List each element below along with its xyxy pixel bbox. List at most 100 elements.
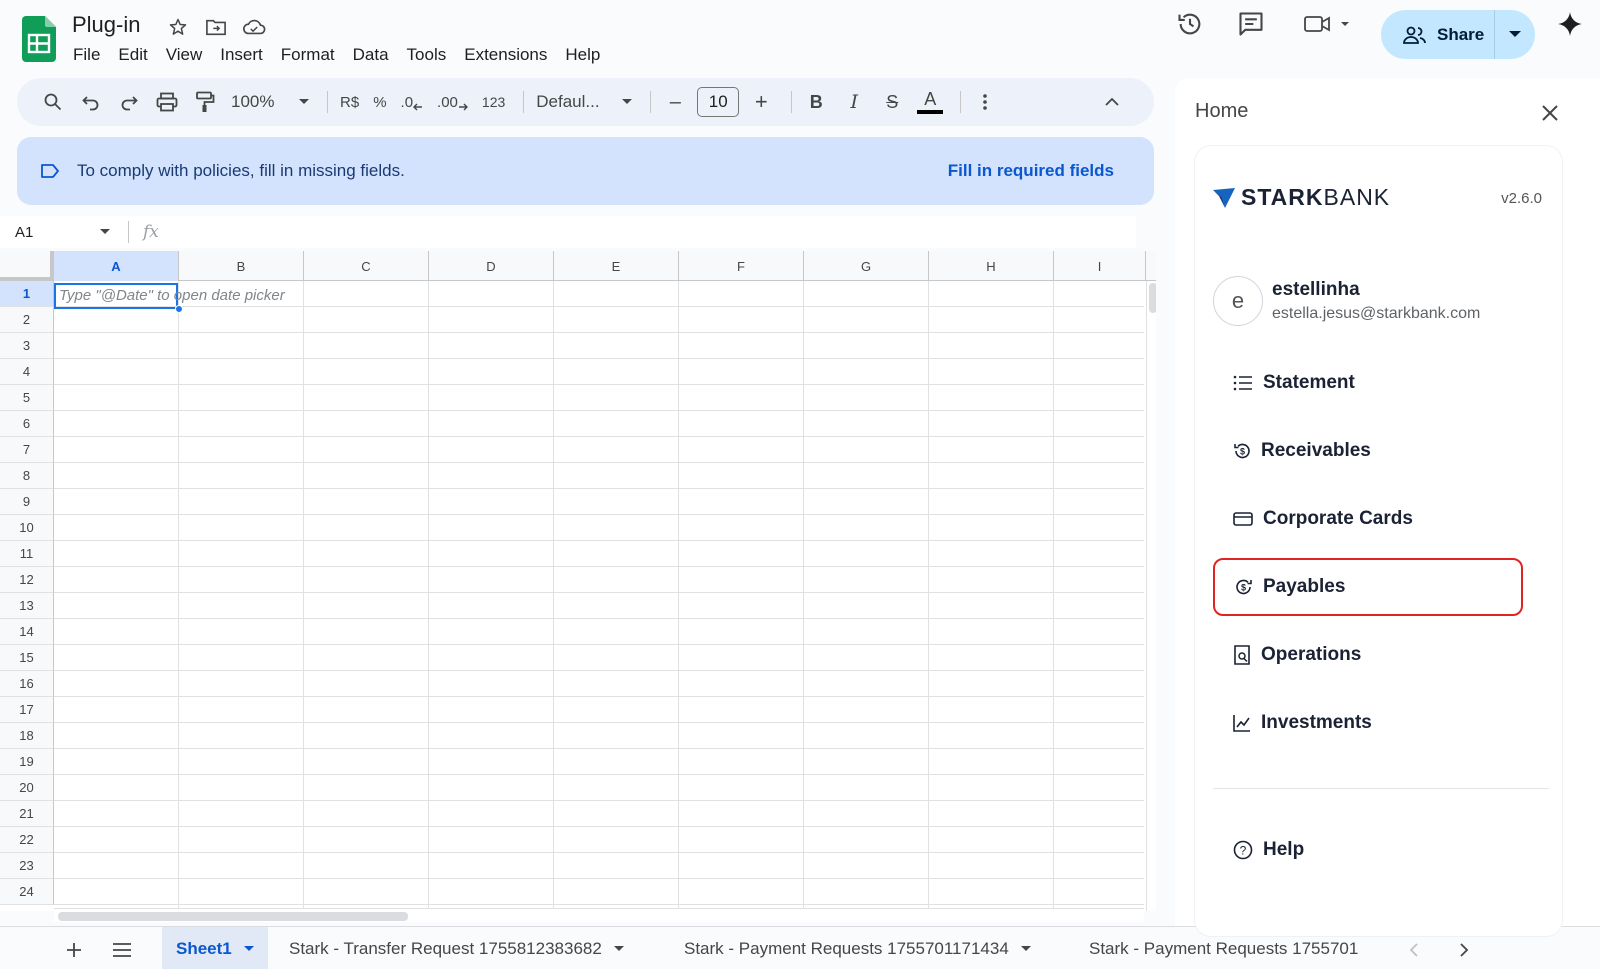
redo-icon[interactable]	[113, 86, 145, 118]
italic-button[interactable]: I	[838, 86, 870, 118]
all-sheets-icon[interactable]	[106, 935, 138, 965]
row-header-20[interactable]: 20	[0, 775, 54, 801]
row-header-13[interactable]: 13	[0, 593, 54, 619]
row-header-14[interactable]: 14	[0, 619, 54, 645]
menu-help[interactable]: Help	[556, 42, 609, 68]
sheets-logo-icon[interactable]	[22, 16, 56, 62]
select-all-corner[interactable]	[0, 251, 54, 281]
share-dropdown-icon[interactable]	[1495, 10, 1535, 59]
scroll-tabs-right-icon[interactable]	[1448, 935, 1480, 965]
column-header-g[interactable]: G	[804, 251, 929, 281]
fill-required-fields-link[interactable]: Fill in required fields	[948, 161, 1114, 181]
menu-tools[interactable]: Tools	[398, 42, 456, 68]
bold-button[interactable]: B	[800, 86, 832, 118]
doc-title[interactable]: Plug-in	[72, 12, 140, 38]
menu-file[interactable]: File	[64, 42, 109, 68]
sheet-menu-icon[interactable]	[1020, 945, 1031, 952]
row-header-17[interactable]: 17	[0, 697, 54, 723]
menu-view[interactable]: View	[157, 42, 212, 68]
row-header-24[interactable]: 24	[0, 879, 54, 905]
font-size-input[interactable]: 10	[697, 87, 740, 117]
spreadsheet-grid[interactable]: ABCDEFGHI 1 2 3 4 5 6 7 8 9 10 11 12 13 14 15 16 17 18 19 2…	[0, 251, 1156, 911]
decrease-decimal-button[interactable]: .0	[397, 86, 428, 118]
format-percent-button[interactable]: %	[369, 86, 390, 118]
strikethrough-button[interactable]: S	[876, 86, 908, 118]
column-header-e[interactable]: E	[554, 251, 679, 281]
row-header-5[interactable]: 5	[0, 385, 54, 411]
sheet-tab-payment-requests-1[interactable]: Stark - Payment Requests 1755701171434	[684, 927, 1031, 969]
row-header-1[interactable]: 1	[0, 281, 54, 307]
print-icon[interactable]	[151, 86, 183, 118]
row-header-16[interactable]: 16	[0, 671, 54, 697]
nav-item-operations[interactable]: Operations	[1213, 626, 1523, 684]
increase-decimal-button[interactable]: .00	[433, 86, 472, 118]
star-icon[interactable]	[166, 15, 190, 39]
row-header-9[interactable]: 9	[0, 489, 54, 515]
row-header-8[interactable]: 8	[0, 463, 54, 489]
menu-edit[interactable]: Edit	[109, 42, 156, 68]
vertical-scrollbar[interactable]	[1146, 281, 1156, 911]
row-header-19[interactable]: 19	[0, 749, 54, 775]
meet-icon[interactable]	[1300, 6, 1356, 42]
row-header-15[interactable]: 15	[0, 645, 54, 671]
column-header-h[interactable]: H	[929, 251, 1054, 281]
undo-icon[interactable]	[75, 86, 107, 118]
nav-item-statement[interactable]: Statement	[1213, 354, 1523, 412]
sheet-menu-icon[interactable]	[243, 945, 254, 952]
row-header-22[interactable]: 22	[0, 827, 54, 853]
nav-item-help[interactable]: ? Help	[1213, 821, 1523, 879]
share-button[interactable]: Share	[1381, 10, 1535, 59]
row-header-12[interactable]: 12	[0, 567, 54, 593]
row-header-3[interactable]: 3	[0, 333, 54, 359]
column-header-i[interactable]: I	[1054, 251, 1146, 281]
row-header-6[interactable]: 6	[0, 411, 54, 437]
menu-data[interactable]: Data	[344, 42, 398, 68]
vertical-scroll-thumb[interactable]	[1149, 283, 1156, 313]
add-sheet-icon[interactable]	[58, 935, 90, 965]
menu-format[interactable]: Format	[272, 42, 344, 68]
column-header-b[interactable]: B	[179, 251, 304, 281]
row-header-4[interactable]: 4	[0, 359, 54, 385]
more-formats-button[interactable]: 123	[478, 86, 509, 118]
nav-item-investments[interactable]: Investments	[1213, 694, 1523, 752]
format-currency-button[interactable]: R$	[336, 86, 363, 118]
zoom-select[interactable]: 100%	[227, 86, 313, 118]
gemini-icon[interactable]	[1552, 6, 1588, 42]
sheet-tab-transfer-request[interactable]: Stark - Transfer Request 1755812383682	[289, 927, 624, 969]
row-header-23[interactable]: 23	[0, 853, 54, 879]
search-menus-icon[interactable]	[37, 86, 69, 118]
move-folder-icon[interactable]	[204, 15, 228, 39]
column-header-a[interactable]: A	[54, 251, 179, 281]
nav-item-payables[interactable]: $ Payables	[1213, 558, 1523, 616]
cloud-saved-icon[interactable]	[242, 15, 266, 39]
paint-format-icon[interactable]	[189, 86, 221, 118]
decrease-font-size-button[interactable]: –	[659, 86, 691, 118]
nav-item-receivables[interactable]: $ Receivables	[1213, 422, 1523, 480]
column-header-f[interactable]: F	[679, 251, 804, 281]
row-header-18[interactable]: 18	[0, 723, 54, 749]
row-header-11[interactable]: 11	[0, 541, 54, 567]
row-header-7[interactable]: 7	[0, 437, 54, 463]
close-icon[interactable]	[1537, 100, 1563, 126]
increase-font-size-button[interactable]: +	[745, 86, 777, 118]
sheet-tab-sheet1[interactable]: Sheet1	[162, 927, 268, 969]
row-header-10[interactable]: 10	[0, 515, 54, 541]
sheet-menu-icon[interactable]	[613, 945, 624, 952]
more-options-icon[interactable]	[969, 86, 1001, 118]
fill-handle[interactable]	[175, 305, 183, 313]
menu-extensions[interactable]: Extensions	[455, 42, 556, 68]
font-select[interactable]: Defaul...	[532, 86, 636, 118]
collapse-toolbar-icon[interactable]	[1096, 86, 1128, 118]
nav-item-corporate-cards[interactable]: Corporate Cards	[1213, 490, 1523, 548]
row-header-21[interactable]: 21	[0, 801, 54, 827]
comments-icon[interactable]	[1233, 6, 1269, 42]
name-box[interactable]: A1	[0, 218, 120, 246]
row-header-2[interactable]: 2	[0, 307, 54, 333]
cell-area[interactable]	[54, 281, 1144, 911]
menu-insert[interactable]: Insert	[211, 42, 272, 68]
horizontal-scroll-thumb[interactable]	[58, 912, 408, 921]
horizontal-scrollbar[interactable]	[54, 908, 1144, 922]
scroll-tabs-left-icon[interactable]	[1398, 935, 1430, 965]
version-history-icon[interactable]	[1172, 6, 1208, 42]
column-header-c[interactable]: C	[304, 251, 429, 281]
